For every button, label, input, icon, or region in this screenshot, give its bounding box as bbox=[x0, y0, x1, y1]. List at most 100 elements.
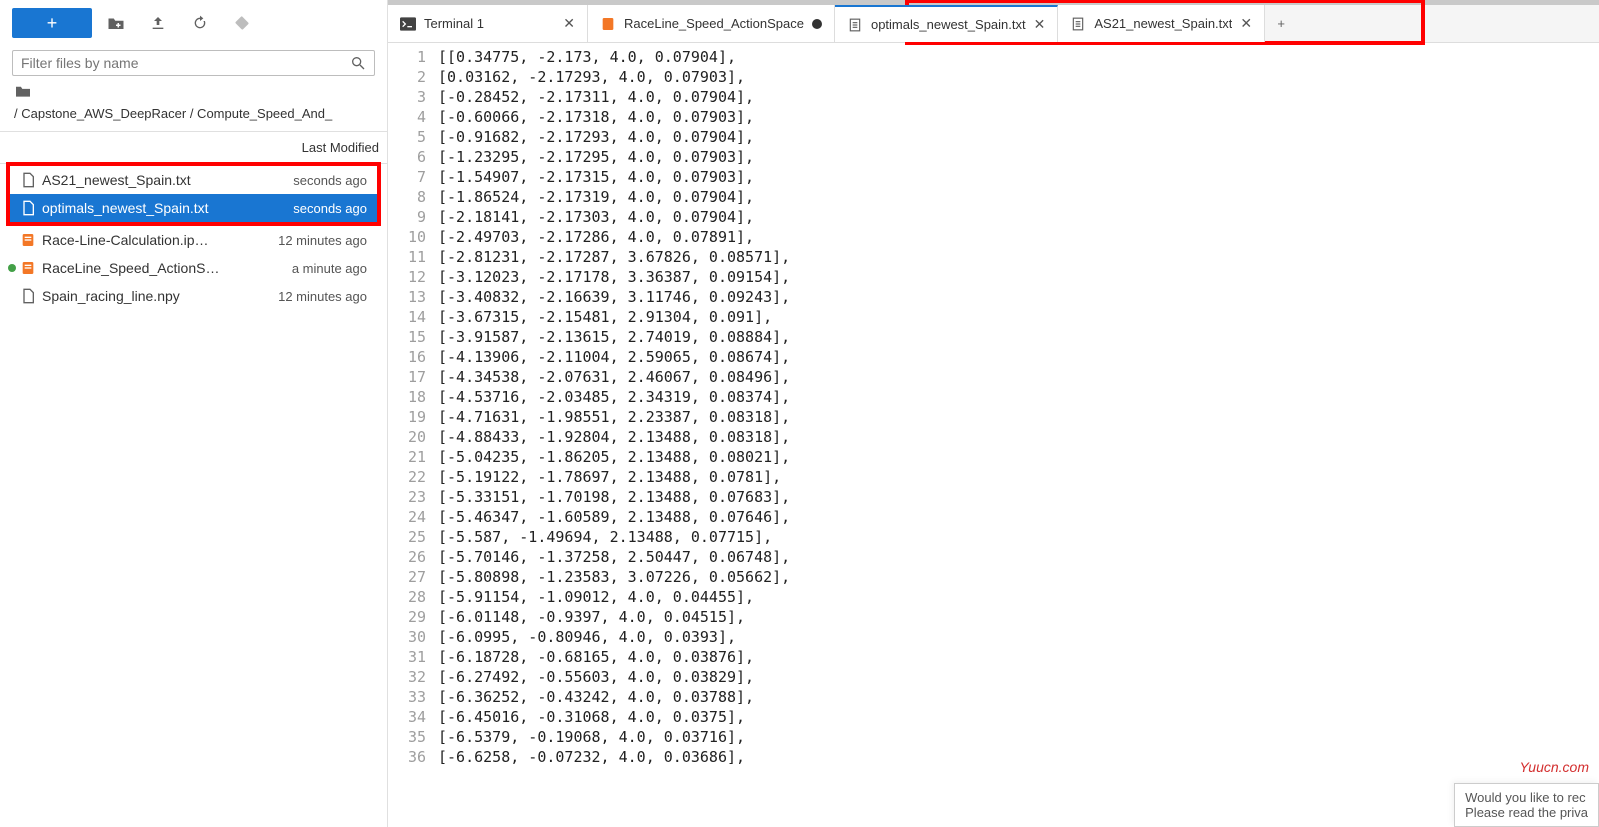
code-line[interactable]: [-5.33151, -1.70198, 2.13488, 0.07683], bbox=[438, 487, 1599, 507]
tab-type-icon bbox=[400, 16, 416, 32]
line-number: 34 bbox=[388, 707, 426, 727]
line-number: 14 bbox=[388, 307, 426, 327]
code-line[interactable]: [-0.28452, -2.17311, 4.0, 0.07904], bbox=[438, 87, 1599, 107]
line-number: 18 bbox=[388, 387, 426, 407]
line-number: 30 bbox=[388, 627, 426, 647]
file-row[interactable]: Spain_racing_line.npy12 minutes ago bbox=[0, 282, 387, 310]
close-icon[interactable]: ✕ bbox=[563, 15, 575, 32]
code-line[interactable]: [-5.587, -1.49694, 2.13488, 0.07715], bbox=[438, 527, 1599, 547]
line-number: 19 bbox=[388, 407, 426, 427]
file-icon bbox=[20, 172, 36, 188]
text-editor[interactable]: 1234567891011121314151617181920212223242… bbox=[388, 43, 1599, 827]
line-number: 10 bbox=[388, 227, 426, 247]
filter-files-search[interactable] bbox=[12, 50, 375, 76]
git-icon[interactable] bbox=[224, 8, 260, 38]
code-line[interactable]: [-2.81231, -2.17287, 3.67826, 0.08571], bbox=[438, 247, 1599, 267]
code-line[interactable]: [-6.5379, -0.19068, 4.0, 0.03716], bbox=[438, 727, 1599, 747]
line-number: 2 bbox=[388, 67, 426, 87]
code-line[interactable]: [-2.18141, -2.17303, 4.0, 0.07904], bbox=[438, 207, 1599, 227]
tab-type-icon bbox=[847, 17, 863, 33]
code-line[interactable]: [-4.88433, -1.92804, 2.13488, 0.08318], bbox=[438, 427, 1599, 447]
code-line[interactable]: [-1.86524, -2.17319, 4.0, 0.07904], bbox=[438, 187, 1599, 207]
code-line[interactable]: [-4.53716, -2.03485, 2.34319, 0.08374], bbox=[438, 387, 1599, 407]
main-area: Terminal 1 ✕ RaceLine_Speed_ActionSpace opt… bbox=[388, 0, 1599, 827]
code-line[interactable]: [-6.01148, -0.9397, 4.0, 0.04515], bbox=[438, 607, 1599, 627]
line-number: 20 bbox=[388, 427, 426, 447]
tab-as21-newest-spain-txt[interactable]: AS21_newest_Spain.txt✕ bbox=[1058, 5, 1265, 42]
file-modified: 12 minutes ago bbox=[237, 289, 367, 304]
line-number: 16 bbox=[388, 347, 426, 367]
line-number: 13 bbox=[388, 287, 426, 307]
line-number: 24 bbox=[388, 507, 426, 527]
code-line[interactable]: [-3.91587, -2.13615, 2.74019, 0.08884], bbox=[438, 327, 1599, 347]
code-line[interactable]: [-6.0995, -0.80946, 4.0, 0.0393], bbox=[438, 627, 1599, 647]
code-line[interactable]: [-6.18728, -0.68165, 4.0, 0.03876], bbox=[438, 647, 1599, 667]
line-number: 5 bbox=[388, 127, 426, 147]
file-row[interactable]: AS21_newest_Spain.txtseconds ago bbox=[10, 166, 377, 194]
code-line[interactable]: [-5.80898, -1.23583, 3.07226, 0.05662], bbox=[438, 567, 1599, 587]
code-line[interactable]: [-4.34538, -2.07631, 2.46067, 0.08496], bbox=[438, 367, 1599, 387]
code-line[interactable]: [-6.27492, -0.55603, 4.0, 0.03829], bbox=[438, 667, 1599, 687]
search-input[interactable] bbox=[21, 55, 350, 71]
code-line[interactable]: [-3.12023, -2.17178, 3.36387, 0.09154], bbox=[438, 267, 1599, 287]
tab-label: RaceLine_Speed_ActionSpace bbox=[624, 16, 804, 31]
line-number: 9 bbox=[388, 207, 426, 227]
code-line[interactable]: [-1.23295, -2.17295, 4.0, 0.07903], bbox=[438, 147, 1599, 167]
code-line[interactable]: [-5.46347, -1.60589, 2.13488, 0.07646], bbox=[438, 507, 1599, 527]
refresh-icon[interactable] bbox=[182, 8, 218, 38]
folder-icon bbox=[0, 84, 387, 100]
tab-type-icon bbox=[600, 16, 616, 32]
file-modified: a minute ago bbox=[237, 261, 367, 276]
new-folder-icon[interactable] bbox=[98, 8, 134, 38]
column-name[interactable] bbox=[0, 132, 247, 163]
code-line[interactable]: [0.03162, -2.17293, 4.0, 0.07903], bbox=[438, 67, 1599, 87]
code-line[interactable]: [-6.36252, -0.43242, 4.0, 0.03788], bbox=[438, 687, 1599, 707]
code-line[interactable]: [-5.19122, -1.78697, 2.13488, 0.0781], bbox=[438, 467, 1599, 487]
code-line[interactable]: [-2.49703, -2.17286, 4.0, 0.07891], bbox=[438, 227, 1599, 247]
line-number: 4 bbox=[388, 107, 426, 127]
code-line[interactable]: [-5.04235, -1.86205, 2.13488, 0.08021], bbox=[438, 447, 1599, 467]
code-line[interactable]: [-6.6258, -0.07232, 4.0, 0.03686], bbox=[438, 747, 1599, 767]
line-number: 26 bbox=[388, 547, 426, 567]
line-number: 8 bbox=[388, 187, 426, 207]
tab-optimals-newest-spain-txt[interactable]: optimals_newest_Spain.txt✕ bbox=[835, 5, 1058, 42]
file-modified: 12 minutes ago bbox=[237, 233, 367, 248]
breadcrumb[interactable]: / Capstone_AWS_DeepRacer / Compute_Speed… bbox=[0, 100, 387, 131]
file-row[interactable]: RaceLine_Speed_ActionS…a minute ago bbox=[0, 254, 387, 282]
code-line[interactable]: [-5.91154, -1.09012, 4.0, 0.04455], bbox=[438, 587, 1599, 607]
tab-raceline-speed-actionspace[interactable]: RaceLine_Speed_ActionSpace bbox=[588, 5, 835, 42]
notification-popup[interactable]: Would you like to rec Please read the pr… bbox=[1454, 783, 1599, 827]
code-content[interactable]: [[0.34775, -2.173, 4.0, 0.07904],[0.0316… bbox=[438, 47, 1599, 827]
new-launcher-button[interactable]: + bbox=[12, 8, 92, 38]
file-icon bbox=[20, 200, 36, 216]
line-number: 6 bbox=[388, 147, 426, 167]
line-number: 3 bbox=[388, 87, 426, 107]
tab-label: Terminal 1 bbox=[424, 16, 555, 31]
code-line[interactable]: [-5.70146, -1.37258, 2.50447, 0.06748], bbox=[438, 547, 1599, 567]
code-line[interactable]: [-1.54907, -2.17315, 4.0, 0.07903], bbox=[438, 167, 1599, 187]
file-name: optimals_newest_Spain.txt bbox=[42, 200, 209, 216]
code-line[interactable]: [-4.13906, -2.11004, 2.59065, 0.08674], bbox=[438, 347, 1599, 367]
file-list: Race-Line-Calculation.ip…12 minutes agoR… bbox=[0, 226, 387, 310]
code-line[interactable]: [-0.60066, -2.17318, 4.0, 0.07903], bbox=[438, 107, 1599, 127]
line-number: 25 bbox=[388, 527, 426, 547]
line-number: 17 bbox=[388, 367, 426, 387]
tab-terminal-1[interactable]: Terminal 1 ✕ bbox=[388, 5, 588, 42]
code-line[interactable]: [-3.40832, -2.16639, 3.11746, 0.09243], bbox=[438, 287, 1599, 307]
file-icon bbox=[20, 288, 36, 304]
line-number: 33 bbox=[388, 687, 426, 707]
close-icon[interactable]: ✕ bbox=[1034, 16, 1046, 33]
column-last-modified[interactable]: Last Modified bbox=[247, 132, 387, 163]
file-row[interactable]: optimals_newest_Spain.txtseconds ago bbox=[10, 194, 377, 222]
close-icon[interactable]: ✕ bbox=[1240, 15, 1252, 32]
file-row[interactable]: Race-Line-Calculation.ip…12 minutes ago bbox=[0, 226, 387, 254]
new-tab-button[interactable]: + bbox=[1265, 5, 1297, 42]
code-line[interactable]: [-6.45016, -0.31068, 4.0, 0.0375], bbox=[438, 707, 1599, 727]
line-number: 21 bbox=[388, 447, 426, 467]
code-line[interactable]: [-4.71631, -1.98551, 2.23387, 0.08318], bbox=[438, 407, 1599, 427]
code-line[interactable]: [-3.67315, -2.15481, 2.91304, 0.091], bbox=[438, 307, 1599, 327]
upload-icon[interactable] bbox=[140, 8, 176, 38]
modified-dot-icon bbox=[812, 19, 822, 29]
code-line[interactable]: [[0.34775, -2.173, 4.0, 0.07904], bbox=[438, 47, 1599, 67]
code-line[interactable]: [-0.91682, -2.17293, 4.0, 0.07904], bbox=[438, 127, 1599, 147]
